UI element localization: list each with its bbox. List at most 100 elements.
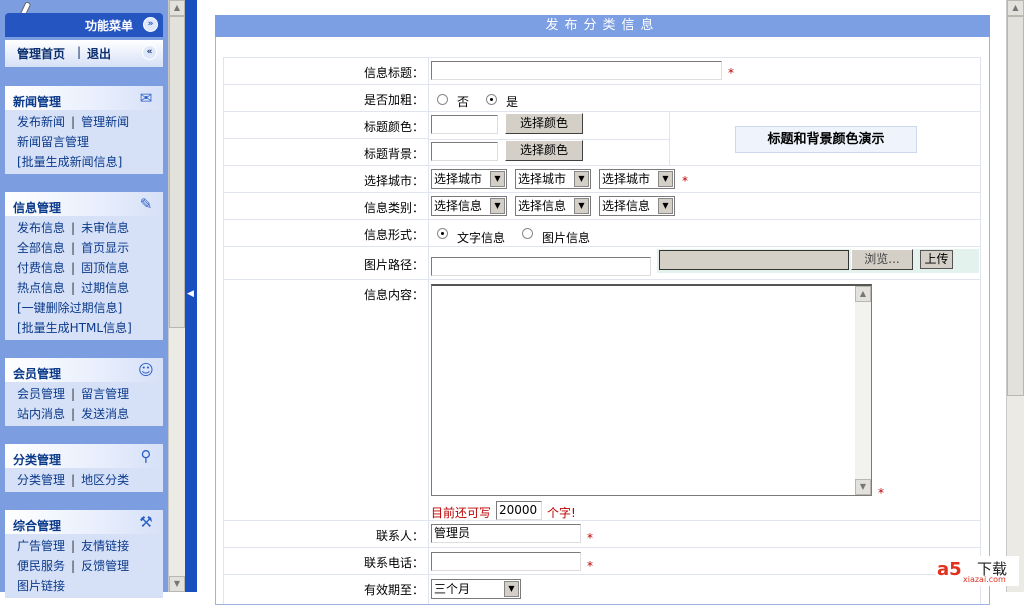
search-icon: ⚲ bbox=[140, 447, 152, 465]
required-mark: * bbox=[587, 559, 593, 573]
menu-link[interactable]: 会员管理 bbox=[17, 387, 65, 401]
home-link[interactable]: 管理首页 bbox=[17, 45, 65, 62]
menu-link[interactable]: [批量生成新闻信息] bbox=[17, 155, 122, 169]
logout-link[interactable]: 退出 bbox=[87, 45, 111, 62]
menu-row: 会员管理 | 留言管理 bbox=[5, 382, 163, 402]
form-image-radio[interactable] bbox=[522, 228, 533, 239]
menu-link[interactable]: 地区分类 bbox=[81, 473, 129, 487]
menu-group-title: 会员管理 ☺ bbox=[5, 358, 163, 382]
upload-button[interactable]: 上传 bbox=[920, 250, 953, 269]
menu-link[interactable]: 便民服务 bbox=[17, 559, 65, 573]
menu-link[interactable]: 反馈管理 bbox=[81, 559, 129, 573]
label-bold: 是否加粗： bbox=[224, 85, 429, 111]
menu-link[interactable]: 全部信息 bbox=[17, 241, 65, 255]
menu-link[interactable]: [一键删除过期信息] bbox=[17, 301, 122, 315]
menu-link[interactable]: 管理新闻 bbox=[81, 115, 129, 129]
label-title-bg: 标题背景： bbox=[224, 139, 429, 166]
menu-link[interactable]: 图片链接 bbox=[17, 579, 65, 593]
scroll-up-icon[interactable]: ▲ bbox=[855, 286, 871, 302]
valid-select[interactable]: 三个月 ▼ bbox=[431, 579, 521, 599]
title-color-input[interactable] bbox=[431, 115, 498, 134]
bold-no-label: 否 bbox=[457, 95, 470, 109]
user-icon: ☺ bbox=[138, 361, 154, 379]
label-title-color: 标题颜色： bbox=[224, 112, 429, 139]
contact-input[interactable]: 管理员 bbox=[431, 524, 581, 543]
content-textarea[interactable]: ▲ ▼ bbox=[431, 284, 872, 496]
separator: | bbox=[71, 281, 76, 295]
choose-title-color-button[interactable]: 选择颜色 bbox=[505, 113, 583, 134]
menu-link[interactable]: 固顶信息 bbox=[81, 261, 129, 275]
scroll-up-icon[interactable]: ▲ bbox=[169, 0, 185, 16]
scroll-thumb[interactable] bbox=[1007, 16, 1024, 396]
category-select-1[interactable]: 选择信息 ▼ bbox=[431, 196, 507, 216]
bold-yes-label: 是 bbox=[506, 95, 519, 109]
menu-link[interactable]: 首页显示 bbox=[81, 241, 129, 255]
phone-input[interactable] bbox=[431, 552, 581, 571]
a5-logo-icon: a5 bbox=[937, 559, 962, 580]
separator: | bbox=[71, 221, 76, 235]
sidebar-toggle-bar[interactable]: ◀ bbox=[185, 0, 197, 592]
page-title: 发布分类信息 bbox=[215, 15, 990, 37]
choose-bg-color-button[interactable]: 选择颜色 bbox=[505, 140, 583, 161]
scroll-down-icon[interactable]: ▼ bbox=[855, 479, 871, 495]
row-form: 信息形式： 文字信息 图片信息 bbox=[223, 219, 981, 246]
dropdown-arrow-icon: ▼ bbox=[658, 198, 673, 214]
remaining-count: 20000 bbox=[496, 501, 542, 520]
select-value: 选择城市 bbox=[518, 172, 567, 186]
group-title: 综合管理 bbox=[13, 519, 62, 533]
file-input[interactable] bbox=[659, 250, 849, 270]
label-category: 信息类别： bbox=[224, 193, 429, 219]
select-value: 选择信息 bbox=[602, 199, 651, 213]
label-contact: 联系人： bbox=[224, 521, 429, 547]
city-select-1[interactable]: 选择城市 ▼ bbox=[431, 169, 507, 189]
category-select-3[interactable]: 选择信息 ▼ bbox=[599, 196, 675, 216]
form-image-label: 图片信息 bbox=[542, 231, 591, 245]
image-path-input[interactable] bbox=[431, 257, 651, 276]
menu-group-title: 新闻管理 ✉ bbox=[5, 86, 163, 110]
menu-link[interactable]: 新闻留言管理 bbox=[17, 135, 89, 149]
category-select-2[interactable]: 选择信息 ▼ bbox=[515, 196, 591, 216]
required-mark: * bbox=[878, 486, 884, 500]
scroll-down-icon[interactable]: ▼ bbox=[169, 576, 185, 592]
separator: | bbox=[71, 473, 76, 487]
menu-link[interactable]: 发布新闻 bbox=[17, 115, 65, 129]
scroll-up-icon[interactable]: ▲ bbox=[1007, 0, 1024, 16]
menu-group: 会员管理 ☺ 会员管理 | 留言管理 站内消息 | 发送消息 bbox=[5, 358, 163, 426]
menu-group: 新闻管理 ✉ 发布新闻 | 管理新闻 新闻留言管理 [批量生成新闻信息] bbox=[5, 86, 163, 174]
title-input[interactable] bbox=[431, 61, 722, 80]
menu-link[interactable]: 发送消息 bbox=[81, 407, 129, 421]
collapse-arrow-icon[interactable]: ◀ bbox=[187, 289, 194, 299]
main-scrollbar[interactable]: ▲ bbox=[1006, 0, 1024, 592]
expand-icon[interactable]: » bbox=[143, 17, 158, 32]
menu-link[interactable]: 站内消息 bbox=[17, 407, 65, 421]
menu-row: 付费信息 | 固顶信息 bbox=[5, 256, 163, 276]
label-form: 信息形式： bbox=[224, 220, 429, 246]
row-phone: 联系电话： * bbox=[223, 547, 981, 574]
bold-no-radio[interactable] bbox=[437, 94, 448, 105]
menu-link[interactable]: 未审信息 bbox=[81, 221, 129, 235]
sidebar-scrollbar[interactable]: ▲ ▼ bbox=[168, 0, 185, 592]
label-content: 信息内容： bbox=[224, 280, 429, 520]
collapse-icon[interactable]: « bbox=[142, 45, 157, 60]
form-text-radio[interactable] bbox=[437, 228, 448, 239]
title-bg-input[interactable] bbox=[431, 142, 498, 161]
menu-group-title: 综合管理 ⚒ bbox=[5, 510, 163, 534]
scroll-thumb[interactable] bbox=[169, 16, 185, 328]
menu-link[interactable]: 热点信息 bbox=[17, 281, 65, 295]
menu-link[interactable]: 友情链接 bbox=[81, 539, 129, 553]
menu-link[interactable]: 广告管理 bbox=[17, 539, 65, 553]
city-select-2[interactable]: 选择城市 ▼ bbox=[515, 169, 591, 189]
menu-link[interactable]: [批量生成HTML信息] bbox=[17, 321, 132, 335]
menu-link[interactable]: 过期信息 bbox=[81, 281, 129, 295]
browse-button[interactable]: 浏览... bbox=[851, 249, 913, 270]
separator: | bbox=[77, 45, 82, 59]
row-content: 信息内容： ▲ ▼ * 目前还可写 20000 个字! bbox=[223, 279, 981, 520]
menu-link[interactable]: 付费信息 bbox=[17, 261, 65, 275]
menu-link[interactable]: 留言管理 bbox=[81, 387, 129, 401]
menu-link[interactable]: 分类管理 bbox=[17, 473, 65, 487]
menu-link[interactable]: 发布信息 bbox=[17, 221, 65, 235]
remaining-prefix: 目前还可写 bbox=[431, 506, 492, 520]
bold-yes-radio[interactable] bbox=[486, 94, 497, 105]
menu-row: 热点信息 | 过期信息 bbox=[5, 276, 163, 296]
city-select-3[interactable]: 选择城市 ▼ bbox=[599, 169, 675, 189]
